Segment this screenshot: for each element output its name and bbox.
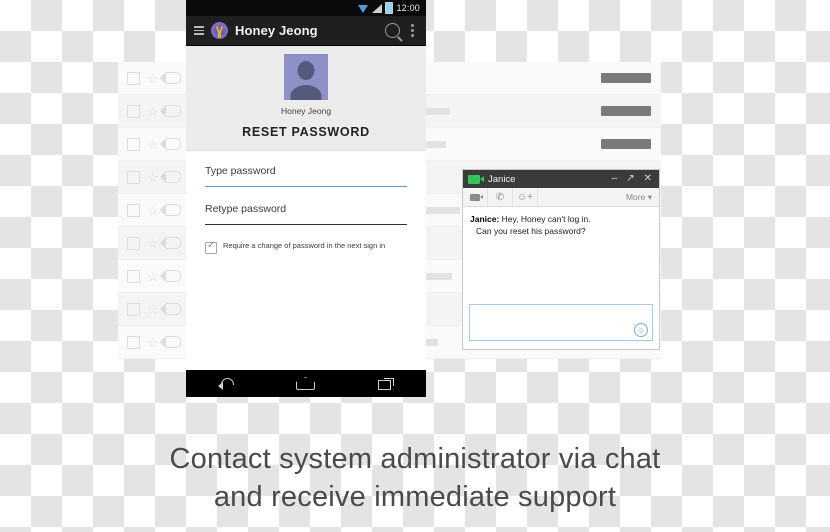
avatar-head — [297, 61, 315, 80]
wrench-glyph: Ɣ — [215, 23, 224, 38]
star-icon[interactable]: ☆ — [147, 336, 159, 349]
checkbox-icon[interactable] — [127, 302, 140, 316]
avatar-body — [290, 85, 322, 100]
popout-button[interactable]: ↗ — [624, 174, 636, 184]
label-tag-icon[interactable] — [159, 171, 181, 183]
checkbox-icon[interactable] — [127, 236, 140, 250]
retype-password-field-label[interactable]: Retype password — [205, 203, 407, 224]
recents-icon[interactable] — [378, 377, 395, 390]
require-change-checkbox-row[interactable]: ✓ Require a change of password in the ne… — [205, 241, 407, 254]
add-person-icon[interactable]: ☺+ — [513, 188, 538, 206]
checkbox-icon[interactable] — [127, 335, 140, 349]
video-call-icon[interactable] — [463, 188, 488, 206]
label-tag-icon[interactable] — [159, 105, 181, 117]
star-icon[interactable]: ☆ — [147, 138, 159, 151]
retype-password-field-group: Retype password — [205, 203, 407, 225]
label-tag-icon[interactable] — [159, 138, 181, 150]
chat-input-wrapper: ☺ — [463, 304, 659, 341]
wifi-icon — [358, 4, 369, 13]
checkmark-icon: ✓ — [207, 240, 216, 251]
android-phone-mockup: 12:00 Ɣ Honey Jeong Honey Jeong RESET PA… — [186, 0, 426, 397]
chat-message-list: Janice: Hey, Honey can't log in. Can you… — [463, 207, 659, 304]
password-field-label[interactable]: Type password — [205, 165, 407, 186]
star-icon[interactable]: ☆ — [147, 105, 159, 118]
chat-more-menu[interactable]: More ▾ — [626, 192, 659, 203]
chat-message-line2: Can you reset his password? — [476, 226, 586, 237]
admin-wrench-icon: Ɣ — [211, 22, 228, 39]
phone-screen: Honey Jeong RESET PASSWORD Type password… — [186, 46, 426, 370]
checkbox-icon[interactable] — [127, 137, 140, 151]
chat-message-sender: Janice: — [470, 214, 500, 224]
checkbox-icon[interactable] — [127, 71, 140, 85]
checkbox-icon[interactable] — [127, 269, 140, 283]
search-icon[interactable] — [385, 23, 400, 38]
checkbox-icon[interactable] — [127, 203, 140, 217]
chat-contact-name: Janice — [488, 173, 516, 185]
label-tag-icon[interactable] — [159, 72, 181, 84]
battery-icon — [385, 2, 394, 14]
password-field-group: Type password — [205, 165, 407, 187]
row-date-placeholder — [601, 139, 651, 149]
label-tag-icon[interactable] — [159, 204, 181, 216]
chat-message: Janice: Hey, Honey can't log in. Can you… — [470, 213, 652, 238]
star-icon[interactable]: ☆ — [147, 237, 159, 250]
status-bar-time: 12:00 — [396, 3, 420, 13]
minimize-button[interactable]: – — [610, 174, 620, 184]
chat-window-header: Janice – ↗ ✕ — [463, 170, 659, 188]
label-tag-icon[interactable] — [159, 303, 181, 315]
app-bar-title: Honey Jeong — [235, 23, 318, 38]
home-icon[interactable] — [295, 377, 315, 390]
password-field-underline — [205, 186, 407, 187]
android-status-bar: 12:00 — [186, 0, 426, 16]
chat-window: Janice – ↗ ✕ ✆ ☺+ More ▾ Janice: Hey, Ho… — [462, 169, 660, 350]
caption-line-2: and receive immediate support — [213, 481, 617, 514]
profile-user-name: Honey Jeong — [280, 106, 332, 116]
caption-line-1: Contact system administrator via chat — [169, 443, 661, 475]
require-change-checkbox-label: Require a change of password in the next… — [223, 241, 386, 250]
close-button[interactable]: ✕ — [642, 174, 654, 184]
caption: Contact system administrator via chat an… — [0, 440, 830, 517]
phone-call-icon[interactable]: ✆ — [488, 188, 513, 206]
star-icon[interactable]: ☆ — [147, 72, 159, 85]
signal-icon — [372, 3, 383, 13]
label-tag-icon[interactable] — [159, 237, 181, 249]
user-avatar — [284, 54, 328, 100]
label-tag-icon[interactable] — [159, 270, 181, 282]
back-icon[interactable] — [217, 378, 234, 390]
emoji-smiley-icon[interactable]: ☺ — [634, 323, 648, 337]
row-date-placeholder — [601, 73, 651, 83]
app-bar: Ɣ Honey Jeong — [186, 16, 426, 46]
checkbox-icon[interactable] — [127, 170, 140, 184]
star-icon[interactable]: ☆ — [147, 303, 159, 316]
star-icon[interactable]: ☆ — [147, 171, 159, 184]
star-icon[interactable]: ☆ — [147, 204, 159, 217]
label-tag-icon[interactable] — [159, 336, 181, 348]
profile-header: Honey Jeong RESET PASSWORD — [186, 46, 426, 151]
chat-more-label: More — [625, 191, 646, 202]
video-call-glyph — [470, 193, 483, 201]
row-date-placeholder — [601, 106, 651, 116]
retype-password-field-underline — [205, 224, 407, 225]
video-camera-icon[interactable] — [468, 174, 484, 184]
reset-password-form: Type password Retype password ✓ Require … — [186, 151, 426, 370]
android-navigation-bar — [186, 370, 426, 397]
chat-input[interactable]: ☺ — [469, 304, 653, 341]
require-change-checkbox[interactable]: ✓ — [205, 240, 217, 254]
star-icon[interactable]: ☆ — [147, 270, 159, 283]
hamburger-menu-icon[interactable] — [194, 26, 204, 35]
chat-message-line1: Hey, Honey can't log in. — [501, 214, 591, 224]
overflow-menu-icon[interactable] — [407, 24, 418, 37]
chevron-down-icon: ▾ — [647, 191, 652, 202]
checkbox-icon[interactable] — [127, 104, 140, 118]
chat-toolbar: ✆ ☺+ More ▾ — [463, 188, 659, 207]
page-title: RESET PASSWORD — [242, 125, 370, 139]
